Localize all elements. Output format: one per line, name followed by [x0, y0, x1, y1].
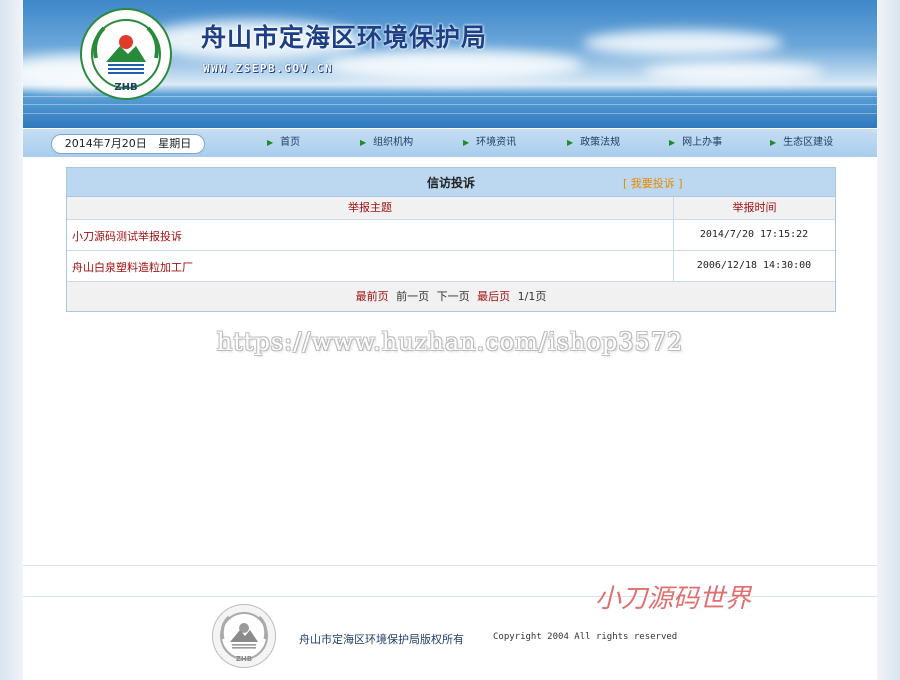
- petition-header: 信访投诉 [ 我要投诉 ]: [67, 168, 835, 197]
- nav-item-environment-news[interactable]: ▶ 环境资讯: [463, 136, 516, 150]
- petition-title: 信访投诉: [426, 176, 475, 190]
- site-url: WWW.ZSEPB.GOV.CN: [203, 62, 333, 75]
- triangle-right-icon: ▶: [267, 138, 274, 147]
- zhb-emblem-grey-icon: ZHB: [220, 612, 268, 663]
- table-row: 舟山白泉塑料造粒加工厂 2006/12/18 14:30:00: [67, 251, 835, 282]
- site-title: 舟山市定海区环境保护局: [201, 23, 488, 52]
- main-nav: 2014年7月20日 星期日 ▶ 首页 ▶ 组织机构 ▶ 环境资讯 ▶ 政策法规 ▶ 网上…: [23, 128, 877, 157]
- column-header-time: 举报时间: [674, 197, 835, 220]
- site-logo[interactable]: ZHB: [80, 8, 172, 100]
- nav-item-online-services[interactable]: ▶ 网上办事: [669, 136, 722, 150]
- last-page-link[interactable]: 最后页: [477, 290, 510, 303]
- first-page-link[interactable]: 最前页: [356, 290, 389, 303]
- triangle-right-icon: ▶: [360, 138, 367, 147]
- svg-text:ZHB: ZHB: [236, 655, 252, 663]
- complaint-time: 2006/12/18 14:30:00: [696, 260, 812, 271]
- nav-item-policy[interactable]: ▶ 政策法规: [567, 136, 620, 150]
- triangle-right-icon: ▶: [669, 138, 676, 147]
- triangle-right-icon: ▶: [567, 138, 574, 147]
- complaint-time: 2014/7/20 17:15:22: [699, 229, 809, 240]
- signature-text: 小刀源码世界: [595, 584, 752, 614]
- header-banner: ZHB 舟山市定海区环境保护局 WWW.ZSEPB.GOV.CN: [23, 0, 877, 128]
- page-info: 1/1页: [517, 290, 547, 303]
- date-display: 2014年7月20日 星期日: [51, 134, 205, 154]
- nav-item-eco-construction[interactable]: ▶ 生态区建设: [770, 136, 833, 150]
- footer-divider: [23, 565, 877, 566]
- current-weekday: 星期日: [158, 137, 192, 150]
- footer-logo: ZHB: [212, 604, 276, 668]
- complaint-subject-link[interactable]: 小刀源码测试举报投诉: [72, 228, 182, 244]
- column-header-subject: 举报主题: [67, 197, 673, 220]
- pagination: 最前页 前一页 下一页 最后页 1/1页: [67, 282, 835, 311]
- zhb-emblem-icon: ZHB: [91, 19, 161, 93]
- next-page-text: 下一页: [436, 290, 470, 303]
- current-date: 2014年7月20日: [64, 137, 147, 150]
- nav-item-organization[interactable]: ▶ 组织机构: [360, 136, 413, 150]
- watermark-text: https://www.huzhan.com/ishop3572: [216, 328, 684, 356]
- prev-page-text: 前一页: [396, 290, 430, 303]
- complaint-subject-link[interactable]: 舟山白泉塑料造粒加工厂: [72, 259, 193, 275]
- triangle-right-icon: ▶: [463, 138, 470, 147]
- svg-text:ZHB: ZHB: [114, 82, 137, 93]
- footer-copyright: Copyright 2004 All rights reserved: [493, 632, 678, 642]
- triangle-right-icon: ▶: [770, 138, 777, 147]
- footer-owner: 舟山市定海区环境保护局版权所有: [299, 633, 464, 646]
- table-row: 小刀源码测试举报投诉 2014/7/20 17:15:22: [67, 220, 835, 251]
- nav-item-home[interactable]: ▶ 首页: [267, 136, 300, 150]
- submit-complaint-link[interactable]: [ 我要投诉 ]: [623, 175, 683, 191]
- petition-panel: 信访投诉 [ 我要投诉 ] 举报主题 举报时间 小刀源码测试举报投诉 2014/…: [66, 167, 836, 312]
